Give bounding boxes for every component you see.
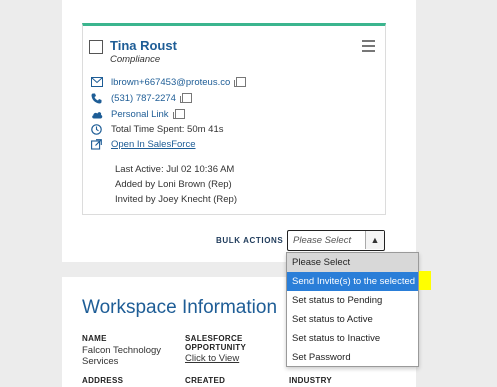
cloud-icon: [90, 108, 103, 120]
clock-icon: [90, 123, 103, 135]
bulk-actions-select[interactable]: Please Select ▲: [287, 230, 385, 251]
invited-by: Invited by Joey Knecht (Rep): [115, 194, 237, 205]
external-link-icon: [90, 138, 103, 150]
hamburger-menu-icon[interactable]: [362, 40, 375, 52]
address-label: ADDRESS: [82, 376, 124, 385]
name-label: NAME: [82, 334, 107, 343]
phone-row: (531) 787-2274: [90, 92, 192, 104]
name-value: Falcon Technology Services: [82, 345, 162, 367]
contact-name[interactable]: Tina Roust: [110, 38, 177, 53]
industry-label: INDUSTRY: [289, 376, 332, 385]
copy-icon[interactable]: [172, 109, 185, 119]
salesforce-row: Open In SalesForce: [90, 138, 196, 150]
option-please-select[interactable]: Please Select: [287, 253, 418, 272]
time-spent-row: Total Time Spent: 50m 41s: [90, 123, 223, 135]
workspace-title: Workspace Information: [82, 297, 278, 318]
email-row: lbrown+667453@proteus.co: [90, 76, 247, 88]
opportunity-link[interactable]: Click to View: [185, 353, 239, 364]
contact-phone[interactable]: (531) 787-2274: [111, 93, 176, 104]
open-salesforce-link[interactable]: Open In SalesForce: [111, 139, 196, 150]
option-set-active[interactable]: Set status to Active: [287, 310, 418, 329]
last-active: Last Active: Jul 02 10:36 AM: [115, 164, 235, 175]
contact-role: Compliance: [110, 54, 161, 65]
phone-icon: [90, 92, 103, 104]
contact-checkbox[interactable]: [89, 40, 103, 54]
opportunity-label: SALESFORCE OPPORTUNITY: [185, 334, 247, 352]
copy-icon[interactable]: [234, 77, 247, 87]
option-set-inactive[interactable]: Set status to Inactive: [287, 329, 418, 348]
contact-card: Tina Roust Compliance lbrown+667453@prot…: [82, 23, 386, 215]
personal-link-row: Personal Link: [90, 108, 185, 120]
contact-email[interactable]: lbrown+667453@proteus.co: [111, 77, 230, 88]
bulk-select-placeholder: Please Select: [293, 235, 352, 246]
bulk-actions-dropdown: Please Select Send Invite(s) to the sele…: [286, 252, 419, 367]
option-send-invites[interactable]: Send Invite(s) to the selected: [287, 272, 418, 291]
highlight-marker: [419, 271, 431, 290]
envelope-icon: [90, 76, 103, 88]
time-spent: Total Time Spent: 50m 41s: [111, 123, 224, 135]
created-label: CREATED: [185, 376, 226, 385]
option-set-password[interactable]: Set Password: [287, 348, 418, 367]
personal-link[interactable]: Personal Link: [111, 109, 169, 120]
added-by: Added by Loni Brown (Rep): [115, 179, 232, 190]
chevron-up-icon[interactable]: ▲: [365, 231, 384, 249]
bulk-actions-label: BULK ACTIONS: [216, 236, 284, 245]
copy-icon[interactable]: [179, 93, 192, 103]
option-set-pending[interactable]: Set status to Pending: [287, 291, 418, 310]
